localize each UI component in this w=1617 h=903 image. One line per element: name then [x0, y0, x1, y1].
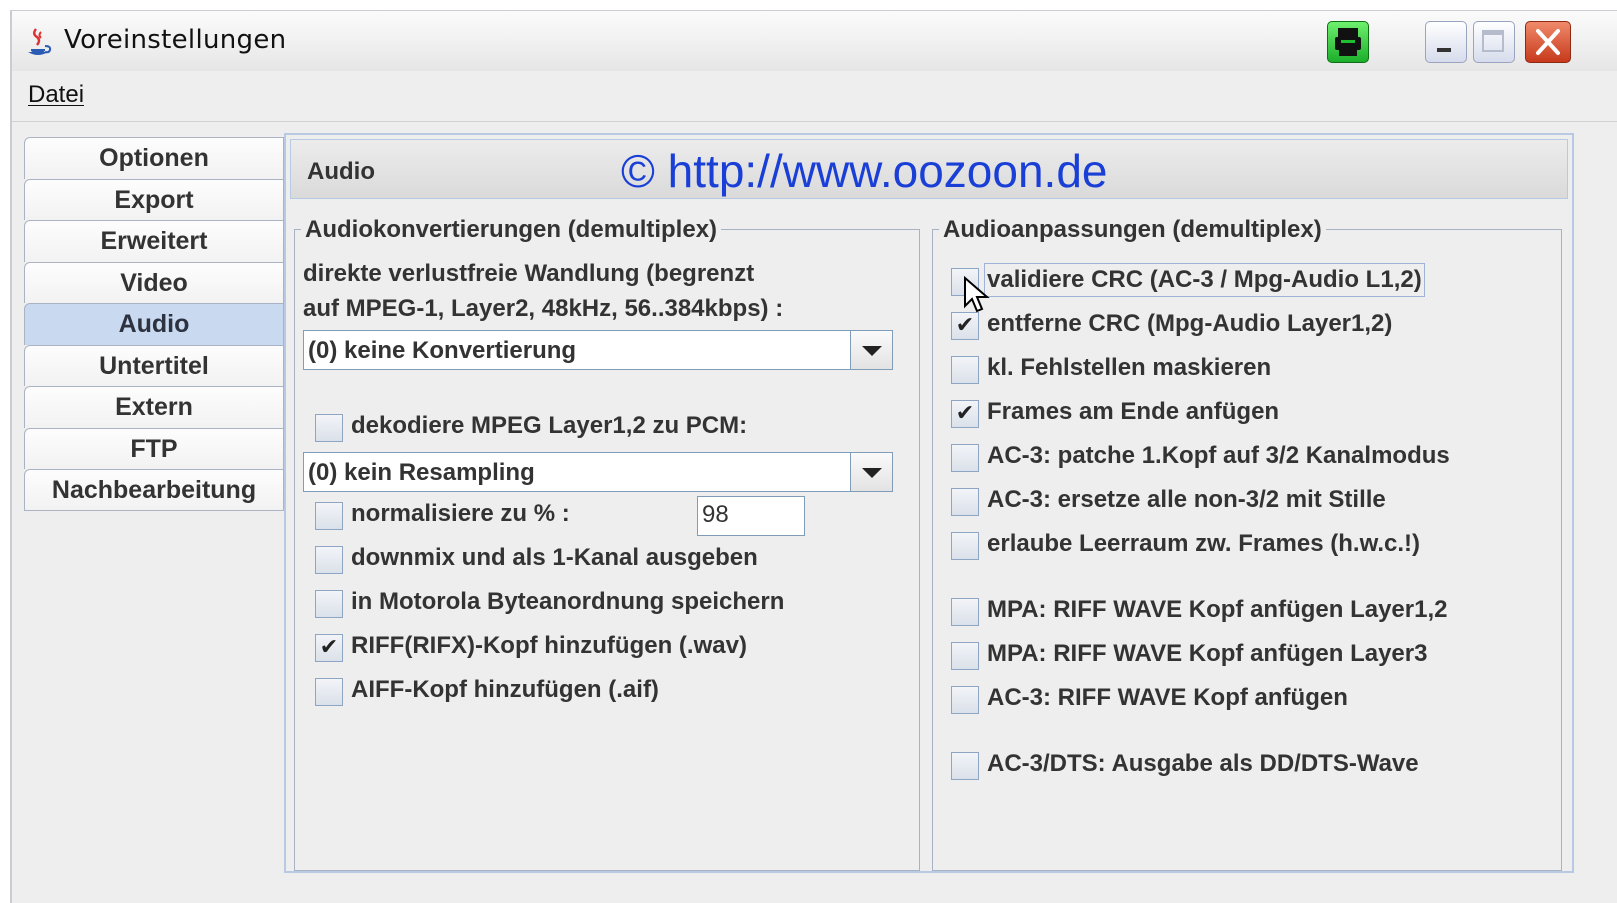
mask-gaps-label: kl. Fehlstellen maskieren — [987, 354, 1272, 381]
conversion-combobox[interactable]: (0) keine Konvertierung — [303, 330, 893, 370]
audio-conversion-group: Audiokonvertierungen (demultiplex) direk… — [294, 216, 920, 871]
append-frames-label: Frames am Ende anfügen — [987, 398, 1280, 425]
mouse-pointer-icon — [964, 276, 990, 313]
mpa-riff-l3-label: MPA: RIFF WAVE Kopf anfügen Layer3 — [987, 640, 1428, 667]
ac3-replace-label: AC-3: ersetze alle non-3/2 mit Stille — [987, 486, 1386, 513]
ac3-replace-checkbox[interactable] — [951, 488, 979, 516]
printer-icon — [1335, 28, 1361, 56]
group-title-left: Audiokonvertierungen (demultiplex) — [301, 216, 722, 244]
tab-erweitert[interactable]: Erweitert — [24, 220, 284, 262]
chevron-down-icon[interactable] — [850, 453, 892, 491]
dts-wave-label: AC-3/DTS: Ausgabe als DD/DTS-Wave — [987, 750, 1419, 777]
ac3-patch-label: AC-3: patche 1.Kopf auf 3/2 Kanalmodus — [987, 442, 1450, 469]
close-icon — [1536, 29, 1560, 55]
tab-extern[interactable]: Extern — [24, 386, 284, 428]
tab-optionen[interactable]: Optionen — [24, 137, 284, 179]
aiff-checkbox[interactable] — [315, 678, 343, 706]
dts-wave-checkbox[interactable] — [951, 752, 979, 780]
java-cup-icon — [28, 28, 52, 55]
mpa-riff-l12-checkbox[interactable] — [951, 598, 979, 626]
group-title-right: Audioanpassungen (demultiplex) — [939, 216, 1326, 244]
chevron-down-icon[interactable] — [850, 331, 892, 369]
decode-checkbox[interactable] — [315, 414, 343, 442]
tab-nachbearbeitung[interactable]: Nachbearbeitung — [24, 469, 284, 511]
allow-space-label: erlaube Leerraum zw. Frames (h.w.c.!) — [987, 530, 1421, 557]
aiff-label: AIFF-Kopf hinzufügen (.aif) — [351, 676, 659, 703]
preferences-window: Voreinstellungen Datei Optionen Export E… — [10, 10, 1617, 903]
window-title: Voreinstellungen — [64, 25, 287, 55]
mpa-riff-l3-checkbox[interactable] — [951, 642, 979, 670]
remove-crc-label: entferne CRC (Mpg-Audio Layer1,2) — [987, 310, 1393, 337]
tab-audio[interactable]: Audio — [24, 303, 284, 345]
motorola-label: in Motorola Byteanordnung speichern — [351, 588, 785, 615]
maximize-icon — [1482, 30, 1504, 52]
audio-panel: Audio © http://www.oozoon.de Audiokonver… — [284, 133, 1574, 873]
riff-checkbox[interactable]: ✔ — [315, 634, 343, 662]
minimize-icon — [1437, 48, 1451, 52]
downmix-label: downmix und als 1-Kanal ausgeben — [351, 544, 758, 571]
conversion-combo-value: (0) keine Konvertierung — [308, 337, 577, 364]
conversion-desc-line2: auf MPEG-1, Layer2, 48kHz, 56..384kbps) … — [303, 295, 784, 322]
menu-datei[interactable]: Datei — [28, 81, 84, 109]
validate-crc-label: validiere CRC (AC-3 / Mpg-Audio L1,2) — [984, 263, 1425, 297]
mpa-riff-l12-label: MPA: RIFF WAVE Kopf anfügen Layer1,2 — [987, 596, 1448, 623]
title-bar[interactable]: Voreinstellungen — [12, 11, 1617, 72]
normalize-label: normalisiere zu % : — [351, 500, 570, 527]
mask-gaps-checkbox[interactable] — [951, 356, 979, 384]
close-button[interactable] — [1525, 21, 1571, 63]
allow-space-checkbox[interactable] — [951, 532, 979, 560]
ac3-patch-checkbox[interactable] — [951, 444, 979, 472]
maximize-button[interactable] — [1473, 21, 1515, 63]
panel-header: Audio © http://www.oozoon.de — [290, 139, 1568, 199]
tab-ftp[interactable]: FTP — [24, 427, 284, 469]
menu-bar: Datei — [12, 71, 1617, 122]
printer-button[interactable] — [1327, 21, 1369, 63]
motorola-checkbox[interactable] — [315, 590, 343, 618]
riff-label: RIFF(RIFX)-Kopf hinzufügen (.wav) — [351, 632, 747, 659]
normalize-percent-field[interactable]: 98 — [697, 496, 805, 536]
watermark-text: © http://www.oozoon.de — [621, 145, 1108, 197]
ac3-riff-checkbox[interactable] — [951, 686, 979, 714]
panel-title: Audio — [307, 158, 375, 185]
tab-untertitel[interactable]: Untertitel — [24, 344, 284, 386]
tab-video[interactable]: Video — [24, 261, 284, 303]
conversion-desc-line1: direkte verlustfreie Wandlung (begrenzt — [303, 260, 755, 287]
resample-combo-value: (0) kein Resampling — [308, 459, 535, 486]
minimize-button[interactable] — [1425, 21, 1467, 63]
append-frames-checkbox[interactable]: ✔ — [951, 400, 979, 428]
normalize-checkbox[interactable] — [315, 502, 343, 530]
ac3-riff-label: AC-3: RIFF WAVE Kopf anfügen — [987, 684, 1348, 711]
decode-label: dekodiere MPEG Layer1,2 zu PCM: — [351, 412, 748, 439]
tab-list: Optionen Export Erweitert Video Audio Un… — [24, 137, 284, 511]
audio-adjustments-group: Audioanpassungen (demultiplex) validiere… — [932, 216, 1562, 871]
remove-crc-checkbox[interactable]: ✔ — [951, 312, 979, 340]
tab-export[interactable]: Export — [24, 178, 284, 220]
resample-combobox[interactable]: (0) kein Resampling — [303, 452, 893, 492]
downmix-checkbox[interactable] — [315, 546, 343, 574]
